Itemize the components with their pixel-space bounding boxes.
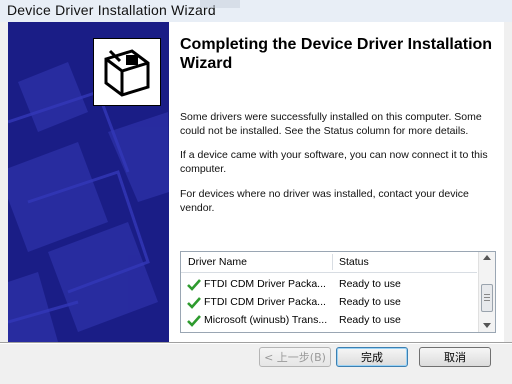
table-header: Driver Name Status	[181, 252, 477, 273]
title-bar[interactable]: Device Driver Installation Wizard	[0, 0, 512, 23]
wizard-content: Completing the Device Driver Installatio…	[169, 22, 504, 342]
scroll-thumb[interactable]	[481, 284, 493, 312]
wizard-window: Completing the Device Driver Installatio…	[0, 22, 512, 384]
column-separator[interactable]	[332, 254, 333, 270]
page-title: Completing the Device Driver Installatio…	[180, 36, 493, 72]
scroll-down-icon[interactable]	[483, 323, 491, 328]
driver-name: FTDI CDM Driver Packa...	[204, 296, 326, 308]
driver-status: Ready to use	[339, 278, 401, 290]
driver-box-icon	[94, 39, 160, 105]
table-row[interactable]: Microsoft (winusb) Trans... Ready to use	[181, 312, 477, 330]
green-check-icon	[187, 279, 201, 291]
column-driver-name[interactable]: Driver Name	[188, 256, 247, 268]
vertical-scrollbar[interactable]	[478, 252, 495, 332]
cancel-button[interactable]: 取消	[419, 347, 491, 367]
wizard-sidebar	[8, 22, 169, 342]
scroll-up-icon[interactable]	[483, 255, 491, 260]
table-row[interactable]: FTDI CDM Driver Packa... Ready to use	[181, 276, 477, 294]
back-button[interactable]: < 上一步(B)	[259, 347, 331, 367]
driver-status: Ready to use	[339, 314, 401, 326]
finish-button[interactable]: 完成	[336, 347, 408, 367]
vendor-paragraph: For devices where no driver was installe…	[180, 188, 469, 214]
driver-name: FTDI CDM Driver Packa...	[204, 278, 326, 290]
driver-status: Ready to use	[339, 296, 401, 308]
green-check-icon	[187, 315, 201, 327]
background-ghost	[200, 0, 240, 8]
driver-table[interactable]: Driver Name Status FTDI CDM Driver Packa…	[180, 251, 496, 333]
driver-name: Microsoft (winusb) Trans...	[204, 314, 328, 326]
status-paragraph: Some drivers were successfully installed…	[180, 111, 482, 137]
window-title: Device Driver Installation Wizard	[7, 2, 216, 18]
green-check-icon	[187, 297, 201, 309]
table-row[interactable]: FTDI CDM Driver Packa... Ready to use	[181, 294, 477, 312]
column-status[interactable]: Status	[339, 256, 369, 268]
connect-paragraph: If a device came with your software, you…	[180, 149, 488, 175]
button-divider	[0, 342, 512, 344]
